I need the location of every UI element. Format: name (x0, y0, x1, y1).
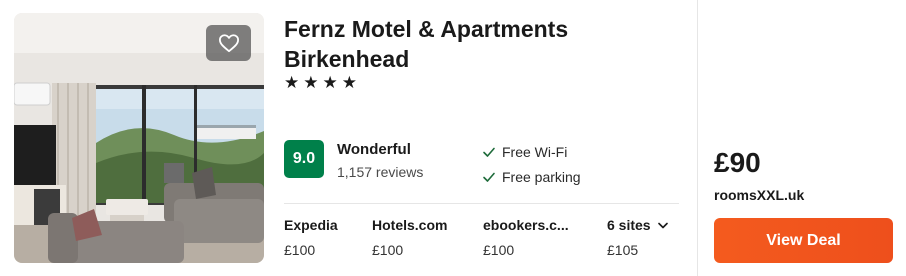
star-icon: ★ (284, 73, 300, 92)
hotel-result-card: Fernz Motel & Apartments Birkenhead ★ ★ … (0, 0, 906, 276)
check-icon (482, 145, 496, 159)
site-price-expedia[interactable]: Expedia £100 (284, 217, 338, 259)
column-divider (697, 0, 698, 276)
hotel-photo[interactable] (14, 13, 264, 263)
divider (284, 203, 679, 204)
heart-outline-icon (218, 33, 240, 53)
site-price: £105 (607, 242, 639, 258)
star-icon: ★ (322, 73, 338, 92)
site-price-hotels[interactable]: Hotels.com £100 (372, 217, 447, 259)
site-name: Hotels.com (372, 217, 448, 233)
site-name: Expedia (284, 217, 338, 233)
best-deal-price: £90 (714, 147, 761, 178)
rating-label: Wonderful (337, 141, 411, 158)
site-price: £100 (483, 242, 515, 258)
chevron-down-icon (657, 222, 668, 229)
site-price-ebookers[interactable]: ebookers.c... £100 (483, 217, 569, 259)
view-deal-button[interactable]: View Deal (714, 218, 893, 263)
amenity-label: Free Wi-Fi (502, 144, 568, 160)
star-icon: ★ (303, 73, 319, 92)
hotel-name[interactable]: Fernz Motel & Apartments Birkenhead (284, 14, 684, 74)
site-name: ebookers.c... (483, 217, 569, 233)
site-price: £100 (372, 242, 404, 258)
star-icon: ★ (341, 73, 357, 92)
amenity-label: Free parking (502, 169, 581, 185)
star-rating: ★ ★ ★ ★ (284, 74, 357, 92)
amenity-parking: Free parking (482, 169, 581, 185)
site-price: £100 (284, 242, 316, 258)
more-sites-label: 6 sites (607, 217, 651, 233)
favorite-button[interactable] (206, 25, 251, 61)
check-icon (482, 170, 496, 184)
review-count[interactable]: 1,157 reviews (337, 164, 423, 180)
review-score-badge: 9.0 (284, 140, 324, 178)
more-sites-dropdown[interactable]: 6 sites £105 (607, 217, 668, 259)
deal-provider: roomsXXL.uk (714, 187, 805, 203)
amenity-wifi: Free Wi-Fi (482, 144, 567, 160)
more-sites-toggle[interactable]: 6 sites (607, 217, 668, 234)
